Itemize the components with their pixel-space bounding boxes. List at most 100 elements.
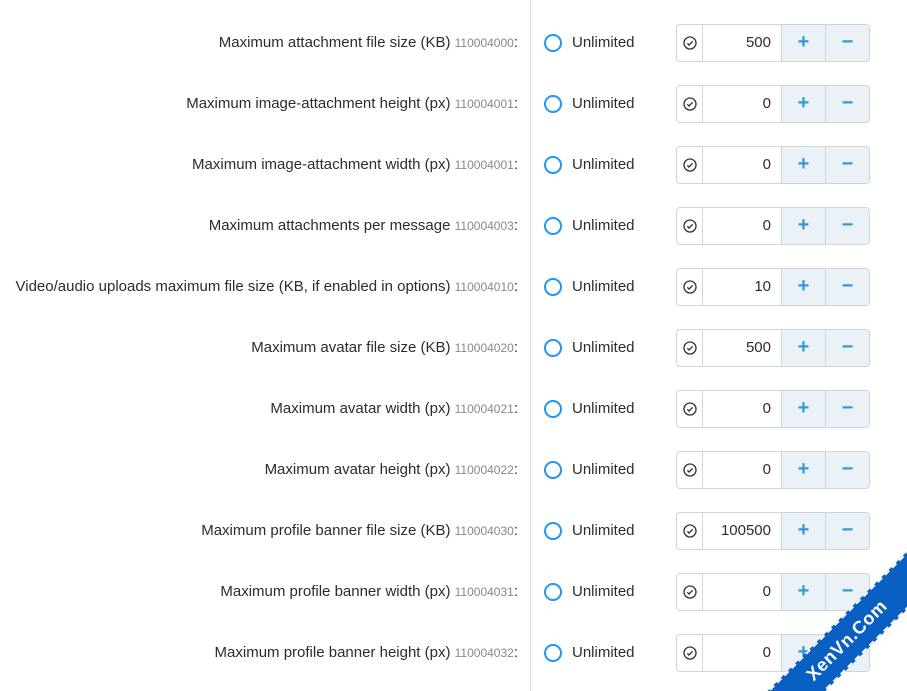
unlimited-radio[interactable] — [544, 461, 562, 479]
setting-controls: Unlimited + − — [530, 329, 870, 367]
unlimited-radio[interactable] — [544, 217, 562, 235]
unlimited-label[interactable]: Unlimited — [572, 156, 652, 173]
setting-code: 110004001 — [455, 97, 514, 111]
setting-controls: Unlimited + − — [530, 24, 870, 62]
setting-controls: Unlimited + − — [530, 268, 870, 306]
increment-button[interactable]: + — [781, 330, 825, 366]
setting-controls: Unlimited + − — [530, 85, 870, 123]
value-input[interactable] — [703, 574, 781, 610]
minus-icon: − — [842, 336, 854, 359]
increment-button[interactable]: + — [781, 574, 825, 610]
setting-label-text: Maximum avatar width (px) — [270, 400, 450, 417]
unlimited-label[interactable]: Unlimited — [572, 583, 652, 600]
label-colon: : — [514, 583, 518, 600]
checkmark-circle-icon[interactable] — [677, 452, 703, 488]
unlimited-radio[interactable] — [544, 34, 562, 52]
setting-label: Video/audio uploads maximum file size (K… — [0, 278, 530, 295]
unlimited-label[interactable]: Unlimited — [572, 95, 652, 112]
unlimited-radio[interactable] — [544, 95, 562, 113]
plus-icon: + — [798, 153, 810, 176]
unlimited-label[interactable]: Unlimited — [572, 461, 652, 478]
unlimited-label[interactable]: Unlimited — [572, 644, 652, 661]
setting-label-text: Video/audio uploads maximum file size (K… — [16, 278, 451, 295]
setting-label-text: Maximum avatar file size (KB) — [251, 339, 450, 356]
increment-button[interactable]: + — [781, 86, 825, 122]
checkmark-circle-icon[interactable] — [677, 86, 703, 122]
value-input[interactable] — [703, 330, 781, 366]
unlimited-label[interactable]: Unlimited — [572, 217, 652, 234]
decrement-button[interactable]: − — [825, 86, 869, 122]
checkmark-circle-icon[interactable] — [677, 574, 703, 610]
value-input[interactable] — [703, 269, 781, 305]
unlimited-radio[interactable] — [544, 156, 562, 174]
label-colon: : — [514, 644, 518, 661]
value-input[interactable] — [703, 513, 781, 549]
value-input[interactable] — [703, 452, 781, 488]
setting-controls: Unlimited + − — [530, 207, 870, 245]
checkmark-circle-icon[interactable] — [677, 635, 703, 671]
unlimited-radio[interactable] — [544, 400, 562, 418]
decrement-button[interactable]: − — [825, 452, 869, 488]
decrement-button[interactable]: − — [825, 147, 869, 183]
value-input[interactable] — [703, 208, 781, 244]
minus-icon: − — [842, 214, 854, 237]
checkmark-circle-icon[interactable] — [677, 391, 703, 427]
increment-button[interactable]: + — [781, 208, 825, 244]
unlimited-radio[interactable] — [544, 522, 562, 540]
unlimited-label[interactable]: Unlimited — [572, 522, 652, 539]
minus-icon: − — [842, 275, 854, 298]
setting-label: Maximum profile banner width (px) 110004… — [0, 583, 530, 600]
checkmark-circle-icon[interactable] — [677, 513, 703, 549]
setting-row: Maximum profile banner height (px) 11000… — [0, 622, 907, 683]
increment-button[interactable]: + — [781, 25, 825, 61]
decrement-button[interactable]: − — [825, 208, 869, 244]
unlimited-radio[interactable] — [544, 278, 562, 296]
value-input[interactable] — [703, 86, 781, 122]
increment-button[interactable]: + — [781, 513, 825, 549]
value-group: + − — [676, 24, 870, 62]
unlimited-radio[interactable] — [544, 644, 562, 662]
unlimited-radio[interactable] — [544, 583, 562, 601]
setting-label: Maximum avatar file size (KB) 110004020: — [0, 339, 530, 356]
value-input[interactable] — [703, 635, 781, 671]
value-input[interactable] — [703, 391, 781, 427]
decrement-button[interactable]: − — [825, 269, 869, 305]
unlimited-label[interactable]: Unlimited — [572, 34, 652, 51]
label-colon: : — [514, 34, 518, 51]
label-colon: : — [514, 156, 518, 173]
checkmark-circle-icon[interactable] — [677, 25, 703, 61]
setting-code: 110004032 — [455, 646, 514, 660]
setting-label-text: Maximum attachment file size (KB) — [219, 34, 451, 51]
plus-icon: + — [798, 31, 810, 54]
unlimited-label[interactable]: Unlimited — [572, 400, 652, 417]
decrement-button[interactable]: − — [825, 391, 869, 427]
value-group: + − — [676, 512, 870, 550]
checkmark-circle-icon[interactable] — [677, 147, 703, 183]
increment-button[interactable]: + — [781, 452, 825, 488]
checkmark-circle-icon[interactable] — [677, 269, 703, 305]
checkmark-circle-icon[interactable] — [677, 208, 703, 244]
value-input[interactable] — [703, 25, 781, 61]
increment-button[interactable]: + — [781, 391, 825, 427]
unlimited-label[interactable]: Unlimited — [572, 339, 652, 356]
setting-controls: Unlimited + − — [530, 451, 870, 489]
value-group: + − — [676, 573, 870, 611]
setting-code: 110004000 — [455, 36, 514, 50]
checkmark-circle-icon[interactable] — [677, 330, 703, 366]
decrement-button[interactable]: − — [825, 330, 869, 366]
decrement-button[interactable]: − — [825, 25, 869, 61]
minus-icon: − — [842, 92, 854, 115]
unlimited-radio[interactable] — [544, 339, 562, 357]
increment-button[interactable]: + — [781, 269, 825, 305]
increment-button[interactable]: + — [781, 147, 825, 183]
unlimited-label[interactable]: Unlimited — [572, 278, 652, 295]
minus-icon: − — [842, 31, 854, 54]
decrement-button[interactable]: − — [825, 513, 869, 549]
setting-label-text: Maximum image-attachment height (px) — [186, 95, 450, 112]
value-group: + − — [676, 390, 870, 428]
setting-label: Maximum profile banner file size (KB) 11… — [0, 522, 530, 539]
minus-icon: − — [842, 519, 854, 542]
value-input[interactable] — [703, 147, 781, 183]
setting-controls: Unlimited + − — [530, 573, 870, 611]
setting-code: 110004001 — [455, 158, 514, 172]
